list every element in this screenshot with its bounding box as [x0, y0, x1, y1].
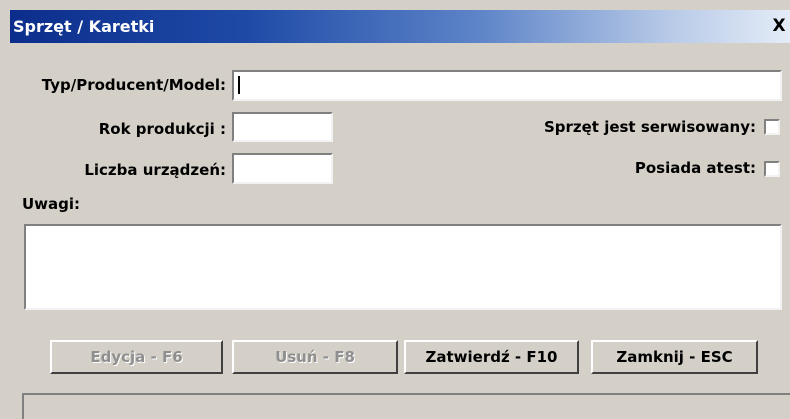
atest-label: Posiada atest:: [634, 159, 756, 177]
close-icon[interactable]: X: [770, 17, 788, 35]
zamknij-button[interactable]: Zamknij - ESC: [591, 340, 758, 374]
status-bar: [22, 393, 790, 419]
uwagi-label: Uwagi:: [22, 195, 81, 213]
liczba-urzadzen-input[interactable]: [232, 153, 333, 184]
atest-checkbox[interactable]: [764, 161, 780, 177]
dialog-window: Sprzęt / Karetki X Typ/Producent/Model: …: [0, 0, 790, 419]
serwis-checkbox[interactable]: [764, 119, 780, 135]
edycja-button[interactable]: Edycja - F6: [50, 340, 223, 374]
zatwierdz-button[interactable]: Zatwierdź - F10: [404, 340, 579, 374]
usun-button[interactable]: Usuń - F8: [232, 340, 398, 374]
rok-produkcji-input[interactable]: [232, 112, 333, 142]
title-bar[interactable]: Sprzęt / Karetki X: [10, 10, 790, 43]
window-title: Sprzęt / Karetki: [13, 17, 155, 36]
typ-label: Typ/Producent/Model:: [41, 76, 226, 94]
uwagi-textarea[interactable]: [24, 224, 782, 310]
serwis-label: Sprzęt jest serwisowany:: [543, 118, 756, 136]
liczba-label: Liczba urządzeń:: [84, 161, 226, 179]
typ-producent-model-input[interactable]: [232, 70, 782, 101]
rok-label: Rok produkcji :: [98, 120, 226, 138]
text-caret: [238, 76, 240, 94]
